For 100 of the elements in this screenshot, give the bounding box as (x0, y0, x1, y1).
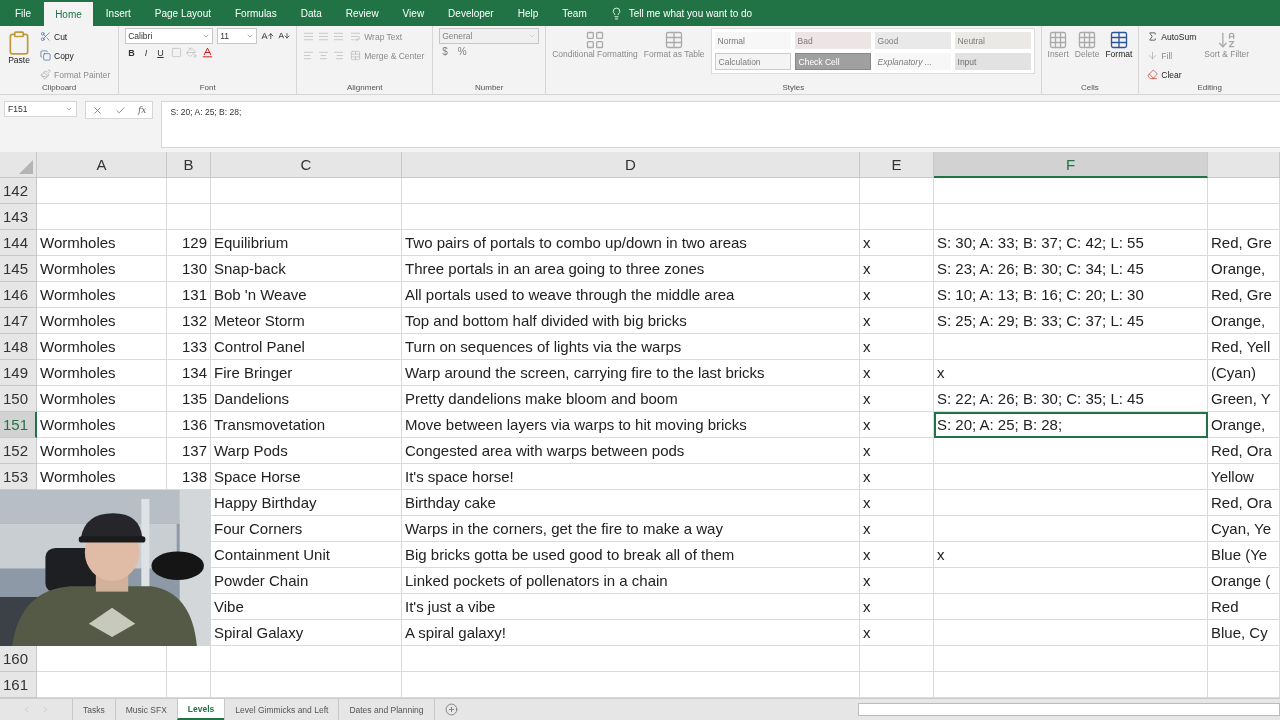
table-cell[interactable]: x (860, 464, 934, 490)
column-header[interactable]: F (934, 152, 1208, 178)
table-cell[interactable]: Cyan, Ye (1208, 516, 1280, 542)
table-cell[interactable]: Red (1208, 594, 1280, 620)
column-header[interactable]: E (860, 152, 934, 178)
column-header[interactable]: A (37, 152, 167, 178)
row-header[interactable]: 145 (0, 256, 37, 282)
table-cell[interactable]: Bob 'n Weave (211, 282, 402, 308)
row-header[interactable]: 148 (0, 334, 37, 360)
ribbon-tab[interactable]: Home (44, 2, 93, 26)
table-cell[interactable]: x (860, 308, 934, 334)
table-cell[interactable]: Wormholes (37, 230, 167, 256)
table-cell[interactable]: x (860, 334, 934, 360)
table-cell[interactable]: Turn on sequences of lights via the warps (402, 334, 860, 360)
currency-button[interactable]: $ (439, 46, 451, 57)
table-cell[interactable]: x (860, 438, 934, 464)
table-cell[interactable]: 132 (167, 308, 211, 334)
table-cell[interactable] (1208, 204, 1280, 230)
row-header[interactable]: 147 (0, 308, 37, 334)
table-cell[interactable]: Space Horse (211, 464, 402, 490)
format-button[interactable]: Format (1105, 28, 1133, 60)
table-cell[interactable]: x (860, 386, 934, 412)
table-cell[interactable] (934, 516, 1208, 542)
table-cell[interactable]: x (860, 516, 934, 542)
table-cell[interactable] (934, 568, 1208, 594)
cell-style[interactable]: Bad (794, 32, 871, 49)
row-header[interactable]: 160 (0, 646, 37, 672)
row-header[interactable]: 152 (0, 438, 37, 464)
table-cell[interactable]: x (860, 594, 934, 620)
bold-button[interactable]: B (125, 47, 138, 58)
table-cell[interactable]: Wormholes (37, 438, 167, 464)
table-cell[interactable] (934, 438, 1208, 464)
table-cell[interactable]: 133 (167, 334, 211, 360)
table-cell[interactable]: x (860, 568, 934, 594)
paste-button[interactable]: Paste (6, 28, 32, 66)
table-cell[interactable]: Yellow (1208, 464, 1280, 490)
table-cell[interactable] (167, 178, 211, 204)
row-header[interactable]: 150 (0, 386, 37, 412)
table-cell[interactable] (860, 204, 934, 230)
table-cell[interactable] (211, 204, 402, 230)
table-cell[interactable]: Two pairs of portals to combo up/down in two areas (402, 230, 860, 256)
table-cell[interactable] (211, 178, 402, 204)
table-cell[interactable]: S: 25; A: 29; B: 33; C: 37; L: 45 (934, 308, 1208, 334)
table-cell[interactable]: x (860, 620, 934, 646)
table-cell[interactable] (860, 646, 934, 672)
table-cell[interactable]: Warps in the corners, get the fire to make a way (402, 516, 860, 542)
table-cell[interactable]: x (860, 360, 934, 386)
row-header[interactable]: 144 (0, 230, 37, 256)
tell-me-search[interactable]: Tell me what you want to do (609, 0, 753, 26)
sheet-tab[interactable]: Tasks (72, 699, 115, 720)
table-cell[interactable] (37, 178, 167, 204)
table-cell[interactable]: S: 10; A: 13; B: 16; C: 20; L: 30 (934, 282, 1208, 308)
row-header[interactable]: 151 (0, 412, 37, 438)
table-cell[interactable]: Orange ( (1208, 568, 1280, 594)
table-cell[interactable] (37, 204, 167, 230)
table-cell[interactable]: Three portals in an area going to three zones (402, 256, 860, 282)
row-header[interactable]: 161 (0, 672, 37, 698)
table-cell[interactable]: Red, Ora (1208, 438, 1280, 464)
table-cell[interactable]: It's space horse! (402, 464, 860, 490)
cell-style[interactable]: Input (954, 53, 1031, 70)
cell-style[interactable]: Neutral (954, 32, 1031, 49)
ribbon-tab[interactable]: Data (289, 0, 333, 26)
table-cell[interactable]: Blue, Cy (1208, 620, 1280, 646)
table-cell[interactable]: S: 23; A: 26; B: 30; C: 34; L: 45 (934, 256, 1208, 282)
table-cell[interactable]: S: 20; A: 25; B: 28; (934, 412, 1208, 438)
table-cell[interactable]: Transmovetation (211, 412, 402, 438)
underline-button[interactable]: U (154, 47, 167, 58)
table-cell[interactable] (402, 204, 860, 230)
table-cell[interactable]: Orange, (1208, 308, 1280, 334)
sheet-tab[interactable]: Dates and Planning (338, 699, 434, 720)
table-cell[interactable]: S: 30; A: 33; B: 37; C: 42; L: 55 (934, 230, 1208, 256)
row-header[interactable]: 143 (0, 204, 37, 230)
cut-button[interactable]: Cut (38, 28, 113, 45)
table-cell[interactable]: Wormholes (37, 308, 167, 334)
table-cell[interactable] (1208, 646, 1280, 672)
table-cell[interactable]: x (934, 360, 1208, 386)
table-cell[interactable]: 136 (167, 412, 211, 438)
table-cell[interactable]: Equilibrium (211, 230, 402, 256)
table-cell[interactable]: Red, Gre (1208, 282, 1280, 308)
ribbon-tab[interactable]: Help (506, 0, 550, 26)
insert-function-button[interactable]: fx (138, 105, 147, 115)
column-header[interactable] (1208, 152, 1280, 178)
cell-style[interactable]: Normal (714, 32, 791, 49)
table-cell[interactable] (402, 646, 860, 672)
table-cell[interactable]: Orange, (1208, 256, 1280, 282)
table-cell[interactable]: x (860, 256, 934, 282)
ribbon-tab[interactable]: Insert (94, 0, 142, 26)
table-cell[interactable] (211, 646, 402, 672)
table-cell[interactable]: x (934, 542, 1208, 568)
table-cell[interactable]: 135 (167, 386, 211, 412)
ribbon-tab[interactable]: Review (334, 0, 390, 26)
table-cell[interactable]: (Cyan) (1208, 360, 1280, 386)
table-cell[interactable]: Green, Y (1208, 386, 1280, 412)
table-cell[interactable] (860, 178, 934, 204)
table-cell[interactable]: Birthday cake (402, 490, 860, 516)
table-cell[interactable]: Wormholes (37, 412, 167, 438)
table-cell[interactable]: Wormholes (37, 386, 167, 412)
table-cell[interactable] (934, 204, 1208, 230)
horizontal-scrollbar[interactable] (858, 703, 1280, 716)
table-cell[interactable]: All portals used to weave through the middle area (402, 282, 860, 308)
